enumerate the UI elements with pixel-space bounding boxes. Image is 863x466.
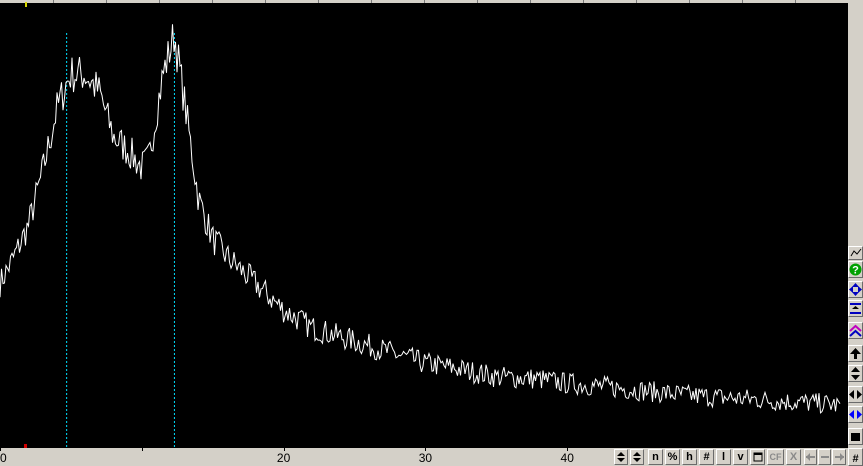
toolbar-button-l[interactable]: l (716, 449, 731, 465)
arrow-left-right-icon (849, 390, 862, 399)
x-tick-label: 0 (0, 451, 7, 465)
arrow-left-icon (805, 453, 815, 461)
arrow-left-right-icon (849, 410, 862, 419)
cursor-marker-bottom (24, 444, 27, 448)
peaks-button[interactable] (848, 322, 863, 339)
svg-text:?: ? (852, 265, 859, 277)
square-icon (851, 433, 860, 441)
x-tick (141, 448, 143, 451)
expand-both-button[interactable] (848, 281, 863, 298)
spin-arrows-icon (617, 452, 625, 462)
toolbar-button-n[interactable]: n (648, 449, 663, 465)
x-tick-label: 20 (276, 451, 291, 465)
baseline-button[interactable] (848, 428, 863, 445)
spin-vertical-button[interactable] (614, 449, 628, 465)
move-up-button[interactable] (848, 345, 863, 362)
scale-horizontal-button[interactable] (848, 386, 863, 403)
scroll-middle-button[interactable] (818, 449, 831, 465)
scroll-left-button[interactable] (804, 449, 817, 465)
help-button[interactable]: ? (848, 261, 863, 278)
minus-icon (820, 456, 829, 458)
arrow-right-icon (835, 453, 844, 461)
plot-area[interactable] (0, 3, 848, 448)
scale-vertical-button[interactable] (848, 365, 863, 382)
grid-button[interactable]: # (848, 448, 863, 466)
spin-horizontal-button[interactable] (630, 449, 644, 465)
fit-vertical-button[interactable] (848, 300, 863, 317)
spin-arrows-icon (633, 452, 641, 462)
arrow-up-icon (850, 348, 861, 359)
toolbar-icon-button[interactable] (750, 449, 765, 465)
x-axis: 020304050 (0, 448, 716, 466)
zoom-dots-button[interactable] (848, 246, 863, 260)
help-icon: ? (849, 263, 862, 276)
spectrum-chart (0, 24, 841, 448)
scale-icon (850, 248, 861, 257)
toolbar-button-x[interactable]: X (786, 449, 801, 465)
arrow-up-down-icon (851, 367, 860, 380)
right-toolbar: ? # (848, 0, 863, 466)
hash-icon: # (852, 453, 858, 464)
series-line (0, 24, 841, 414)
toolbar-button-h[interactable]: h (682, 449, 697, 465)
window-icon (753, 452, 762, 462)
scroll-right-button[interactable] (832, 449, 846, 465)
toolbar-button-v[interactable]: v (733, 449, 748, 465)
bottom-toolbar: n % h # l v CF X (612, 448, 848, 466)
svg-text:#: # (852, 453, 858, 464)
toolbar-button-hash[interactable]: # (699, 449, 714, 465)
pan-horizontal-button[interactable] (848, 406, 863, 423)
x-tick-label: 30 (418, 451, 433, 465)
x-tick-label: 40 (560, 451, 574, 465)
fit-vertical-icon (850, 303, 861, 314)
toolbar-button-cf[interactable]: CF (767, 449, 784, 465)
toolbar-button-percent[interactable]: % (665, 449, 680, 465)
expand-icon (849, 283, 862, 296)
chevron-up-double-icon (849, 324, 862, 337)
